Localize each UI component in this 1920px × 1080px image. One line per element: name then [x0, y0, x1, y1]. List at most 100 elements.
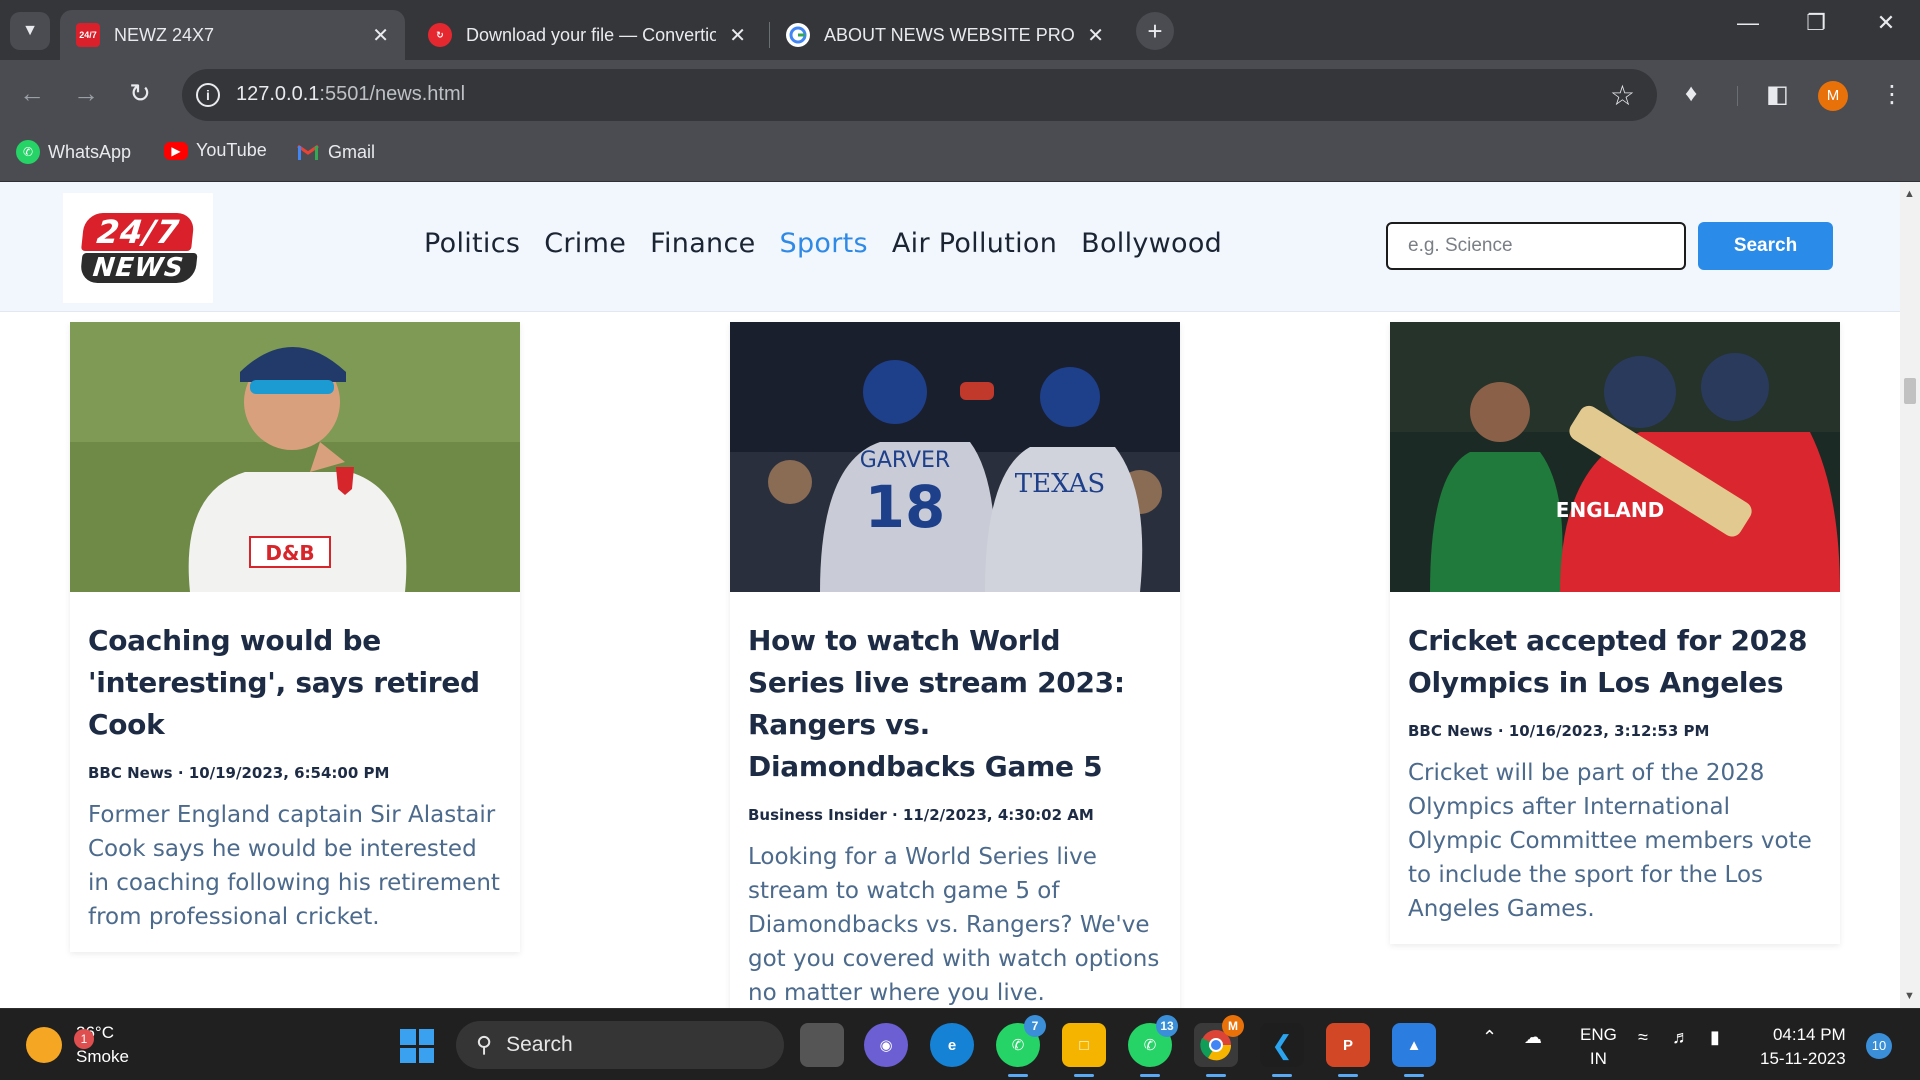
- site-navbar: 24/7 NEWS Politics Crime Finance Sports …: [0, 182, 1900, 312]
- site-info-icon[interactable]: i: [196, 83, 220, 107]
- news-card[interactable]: GARVER 18 TEXAS How to watch World Serie…: [730, 322, 1180, 1008]
- url-text[interactable]: 127.0.0.1:5501/news.html: [236, 83, 465, 106]
- weather-badge: 1: [74, 1029, 94, 1049]
- chevron-down-icon: ▼: [22, 22, 38, 39]
- whatsapp-taskbar-icon[interactable]: ✆ 7: [996, 1015, 1046, 1077]
- chrome-profile-badge: M: [1222, 1015, 1244, 1037]
- close-icon[interactable]: ✕: [729, 23, 746, 48]
- scroll-down-icon[interactable]: ▼: [1904, 990, 1915, 1002]
- wifi-icon[interactable]: ≈: [1638, 1027, 1648, 1048]
- google-favicon-icon: [786, 23, 810, 47]
- toolbar-divider: [1737, 86, 1738, 106]
- language-indicator[interactable]: ENG IN: [1580, 1023, 1617, 1071]
- bookmark-label: Gmail: [328, 141, 376, 162]
- chrome-icon[interactable]: M: [1194, 1015, 1244, 1077]
- scrollbar-thumb[interactable]: [1904, 378, 1916, 404]
- nav-links: Politics Crime Finance Sports Air Pollut…: [424, 228, 1246, 259]
- whatsapp-business-icon[interactable]: ✆ 13: [1128, 1015, 1178, 1077]
- address-bar[interactable]: i 127.0.0.1:5501/news.html ☆: [182, 69, 1657, 121]
- tab-title: ABOUT NEWS WEBSITE PROJECT: [824, 24, 1074, 45]
- onedrive-icon[interactable]: ☁: [1524, 1027, 1542, 1048]
- battery-icon[interactable]: ▮: [1710, 1027, 1720, 1048]
- tab-google-doc[interactable]: ABOUT NEWS WEBSITE PROJECT ✕: [770, 10, 1120, 60]
- url-host: 127.0.0.1: [236, 83, 320, 105]
- tab-newz[interactable]: 24/7 NEWZ 24X7 ✕: [60, 10, 405, 60]
- nav-link-bollywood[interactable]: Bollywood: [1081, 228, 1222, 259]
- reload-icon: ↻: [129, 78, 151, 108]
- bookmark-star-icon[interactable]: ☆: [1610, 79, 1635, 112]
- article-title[interactable]: How to watch World Series live stream 20…: [748, 620, 1162, 788]
- plus-icon: +: [1147, 15, 1163, 46]
- country-text: ENGLAND: [1556, 498, 1664, 522]
- restore-button[interactable]: ❐: [1796, 10, 1836, 36]
- task-view-icon[interactable]: [800, 1023, 844, 1067]
- back-button[interactable]: ←: [14, 78, 50, 109]
- bookmark-gmail[interactable]: Gmail: [296, 140, 375, 164]
- nav-link-crime[interactable]: Crime: [544, 228, 626, 259]
- whatsapp-badge: 7: [1024, 1015, 1046, 1037]
- whatsapp2-badge: 13: [1156, 1015, 1178, 1037]
- clock-date: 15-11-2023: [1760, 1049, 1846, 1068]
- forward-button[interactable]: →: [68, 78, 104, 109]
- weather-widget[interactable]: 1 26°C Smoke: [26, 1021, 129, 1069]
- scroll-up-icon[interactable]: ▲: [1904, 188, 1915, 200]
- youtube-icon: ▶: [164, 141, 188, 160]
- bookmark-whatsapp[interactable]: ✆ WhatsApp: [16, 140, 131, 164]
- search-input[interactable]: [1386, 222, 1686, 270]
- minimize-button[interactable]: —: [1728, 10, 1768, 36]
- article-title[interactable]: Coaching would be 'interesting', says re…: [88, 620, 502, 746]
- taskbar: 1 26°C Smoke ⚲ Search ◉ e ✆ 7 □ ✆ 13 M ❮…: [0, 1008, 1920, 1080]
- site-logo[interactable]: 24/7 NEWS: [63, 193, 213, 303]
- article-meta: BBC News · 10/16/2023, 3:12:53 PM: [1408, 722, 1710, 740]
- gmail-icon: [296, 140, 320, 164]
- side-panel-icon[interactable]: ◧: [1766, 80, 1789, 109]
- clock[interactable]: 04:14 PM 15-11-2023: [1760, 1023, 1846, 1071]
- tray-overflow-icon[interactable]: ⌃: [1482, 1027, 1497, 1048]
- new-tab-button[interactable]: +: [1136, 12, 1174, 50]
- nav-link-sports[interactable]: Sports: [780, 228, 868, 259]
- article-title[interactable]: Cricket accepted for 2028 Olympics in Lo…: [1408, 620, 1822, 704]
- notification-badge[interactable]: 10: [1866, 1033, 1892, 1059]
- article-description: Former England captain Sir Alastair Cook…: [88, 802, 500, 930]
- vscode-icon[interactable]: ❮: [1260, 1023, 1304, 1077]
- tab-search-button[interactable]: ▼: [10, 12, 50, 50]
- search-button[interactable]: Search: [1698, 222, 1833, 270]
- file-explorer-icon[interactable]: □: [1062, 1023, 1106, 1077]
- article-image: GARVER 18 TEXAS: [730, 322, 1180, 592]
- volume-icon[interactable]: ♬: [1672, 1027, 1690, 1048]
- bookmark-youtube[interactable]: ▶ YouTube: [164, 140, 267, 161]
- article-image: ENGLAND: [1390, 322, 1840, 592]
- tab-convertio[interactable]: ↻ Download your file — Convertio ✕: [412, 10, 762, 60]
- close-icon[interactable]: ✕: [1087, 23, 1104, 48]
- windows-start-icon[interactable]: [400, 1029, 434, 1063]
- article-description: Cricket will be part of the 2028 Olympic…: [1408, 760, 1812, 922]
- close-window-button[interactable]: ✕: [1866, 10, 1906, 36]
- search-icon: ⚲: [476, 1032, 493, 1057]
- taskbar-search[interactable]: ⚲ Search: [456, 1021, 784, 1069]
- photos-icon[interactable]: ▲: [1392, 1023, 1436, 1077]
- menu-dots-icon[interactable]: ⋮: [1880, 80, 1904, 109]
- close-icon[interactable]: ✕: [372, 23, 389, 48]
- clock-time: 04:14 PM: [1772, 1025, 1846, 1044]
- extensions-icon[interactable]: ♦: [1685, 80, 1697, 108]
- page-viewport: 24/7 NEWS Politics Crime Finance Sports …: [0, 182, 1900, 1008]
- page-scrollbar[interactable]: ▲ ▼: [1900, 182, 1920, 1008]
- reload-button[interactable]: ↻: [122, 78, 158, 109]
- powerpoint-icon[interactable]: P: [1326, 1023, 1370, 1077]
- taskbar-search-label: Search: [506, 1033, 573, 1056]
- edge-icon[interactable]: e: [930, 1023, 974, 1067]
- arrow-right-icon: →: [73, 78, 99, 108]
- logo-line-1: 24/7: [80, 213, 196, 251]
- bookmarks-bar: ✆ WhatsApp ▶ YouTube Gmail: [0, 130, 1920, 182]
- bookmark-label: YouTube: [196, 140, 267, 160]
- news-card[interactable]: D&B Coaching would be 'interesting', say…: [70, 322, 520, 952]
- jersey-name-text: GARVER: [860, 448, 950, 473]
- profile-avatar[interactable]: M: [1818, 81, 1848, 111]
- news-card[interactable]: ENGLAND Cricket accepted for 2028 Olympi…: [1390, 322, 1840, 944]
- nav-link-politics[interactable]: Politics: [424, 228, 520, 259]
- teams-icon[interactable]: ◉: [864, 1023, 908, 1067]
- nav-link-finance[interactable]: Finance: [650, 228, 755, 259]
- browser-toolbar: ← → ↻ i 127.0.0.1:5501/news.html ☆ ♦ ◧ M…: [0, 60, 1920, 130]
- nav-link-air-pollution[interactable]: Air Pollution: [892, 228, 1057, 259]
- article-meta: BBC News · 10/19/2023, 6:54:00 PM: [88, 764, 390, 782]
